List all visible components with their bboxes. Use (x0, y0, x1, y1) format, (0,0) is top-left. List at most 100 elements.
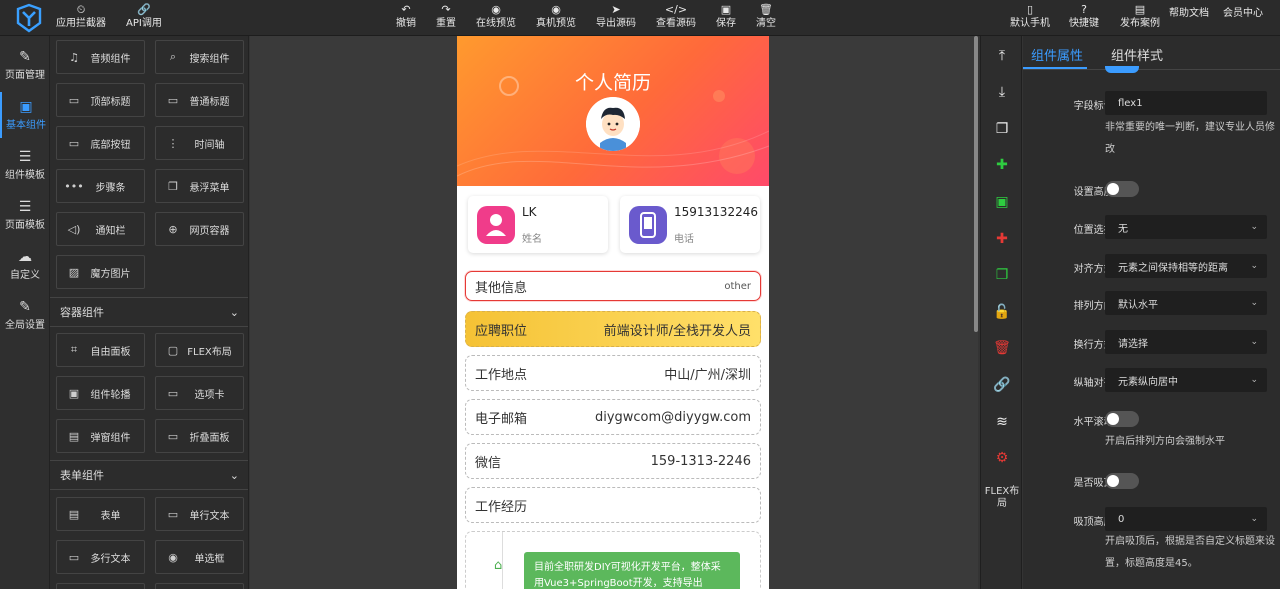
sticky-toggle[interactable] (1105, 473, 1139, 489)
settings-gear-icon[interactable]: ⚙ (981, 443, 1023, 473)
sticky-height-select[interactable]: 0 ⌄ (1105, 507, 1267, 531)
comp-steps[interactable]: ••• 步骤条 (56, 169, 145, 203)
comp-single-line-text[interactable]: ▭ 单行文本 (155, 497, 244, 531)
name-card[interactable]: LK 姓名 (468, 196, 608, 253)
form-icon: ▤ (68, 507, 80, 521)
comp-top-title[interactable]: ▭ 顶部标题 (56, 83, 145, 117)
comp-search[interactable]: ⌕ 搜索组件 (155, 40, 244, 74)
comp-normal-title[interactable]: ▭ 普通标题 (155, 83, 244, 117)
database-icon: ☰ (18, 149, 32, 165)
link-icon[interactable]: 🔗 (981, 370, 1023, 400)
rail-item-page-manage[interactable]: ✎ 页面管理 (0, 42, 50, 88)
shortcuts-button[interactable]: ? 快捷键 (1069, 2, 1099, 34)
info-row-email[interactable]: 电子邮箱 diygwcom@diyygw.com (465, 399, 761, 435)
field-id-hint: 非常重要的唯一判断，建议专业人员修改 (1105, 122, 1275, 155)
copy-green-icon[interactable]: ❐ (981, 260, 1023, 290)
comp-more-2[interactable] (155, 583, 244, 589)
clear-button[interactable]: 🗑 清空 (756, 2, 776, 34)
title-icon: ▭ (167, 93, 179, 107)
help-docs-link[interactable]: 帮助文档 (1169, 7, 1209, 39)
rail-item-basic-components[interactable]: ▣ 基本组件 (0, 92, 50, 138)
comp-audio[interactable]: ♫ 音频组件 (56, 40, 145, 74)
comp-radio[interactable]: ◉ 单选框 (155, 540, 244, 574)
search-icon: ⌕ (169, 50, 177, 63)
reset-button[interactable]: ↷ 重置 (436, 2, 456, 34)
rail-item-global-settings[interactable]: ✎ 全局设置 (0, 292, 50, 338)
puzzle-remove-icon[interactable]: ✚ (981, 224, 1023, 254)
wrap-select[interactable]: 请选择 ⌄ (1105, 330, 1267, 354)
comp-form[interactable]: ▤ 表单 (56, 497, 145, 531)
align-select[interactable]: 元素之间保持相等的距离 ⌄ (1105, 254, 1267, 278)
member-center-link[interactable]: 会员中心 (1223, 7, 1263, 39)
comp-bottom-button[interactable]: ▭ 底部按钮 (56, 126, 145, 160)
section-form-components[interactable]: 表单组件 ⌄ (50, 460, 248, 490)
move-down-icon[interactable]: ⤓ (981, 77, 1023, 107)
puzzle-add-icon[interactable]: ✚ (981, 150, 1023, 180)
export-source-button[interactable]: ➤ 导出源码 (596, 2, 636, 34)
design-canvas[interactable]: 个人简历 LK 姓名 15913132246 电话 其他信息 other 应聘职… (250, 36, 978, 589)
comp-more-1[interactable] (56, 583, 145, 589)
file-add-icon[interactable]: ▣ (981, 187, 1023, 217)
set-height-toggle[interactable] (1105, 181, 1139, 197)
timeline-block[interactable]: ⌂ 目前全职研发DIY可视化开发平台，整体采用Vue3+SpringBoot开发… (465, 531, 761, 589)
speaker-icon: ◁) (67, 222, 81, 236)
comp-multi-line-text[interactable]: ▭ 多行文本 (56, 540, 145, 574)
rail-item-component-templates[interactable]: ☰ 组件模板 (0, 142, 50, 188)
rail-item-page-templates[interactable]: ☰ 页面模板 (0, 192, 50, 238)
copy-icon[interactable]: ❐ (981, 114, 1023, 144)
comp-free-panel[interactable]: ⌗ 自由面板 (56, 333, 145, 367)
header-icon: ▭ (68, 93, 80, 107)
default-phone-button[interactable]: ▯ 默认手机 (1010, 2, 1050, 34)
field-id-input[interactable]: flex1 (1105, 91, 1267, 115)
device-preview-button[interactable]: ◉ 真机预览 (536, 2, 576, 34)
link-icon: 🔗 (137, 3, 151, 16)
app-logo-icon[interactable] (14, 3, 44, 33)
image-icon: ▤ (1134, 3, 1146, 16)
api-call-button[interactable]: 🔗 API调用 (126, 2, 162, 34)
move-up-icon[interactable]: ⤒ (981, 41, 1023, 71)
phone-icon: ▯ (1026, 3, 1034, 16)
layers-icon[interactable]: ≋ (981, 407, 1023, 437)
hero-banner[interactable]: 个人简历 (457, 36, 769, 186)
canvas-scrollbar[interactable] (974, 36, 978, 332)
eye-icon: ◉ (491, 3, 501, 16)
comp-timeline[interactable]: ⋮ 时间轴 (155, 126, 244, 160)
direction-select[interactable]: 默认水平 ⌄ (1105, 291, 1267, 315)
comp-carousel[interactable]: ▣ 组件轮播 (56, 376, 145, 410)
timeline-item-text: 目前全职研发DIY可视化开发平台，整体采用Vue3+SpringBoot开发，支… (524, 552, 740, 589)
save-button[interactable]: ▣ 保存 (716, 2, 736, 34)
info-row-experience[interactable]: 工作经历 (465, 487, 761, 523)
comp-web-container[interactable]: ⊕ 网页容器 (155, 212, 244, 246)
app-interceptor-button[interactable]: ⏲ 应用拦截器 (56, 2, 106, 34)
position-select[interactable]: 无 ⌄ (1105, 215, 1267, 239)
comp-flex-layout[interactable]: ▢ FLEX布局 (155, 333, 244, 367)
section-container-components[interactable]: 容器组件 ⌄ (50, 297, 248, 327)
comp-float-menu[interactable]: ❐ 悬浮菜单 (155, 169, 244, 203)
unlock-icon[interactable]: 🔓 (981, 297, 1023, 327)
delete-icon[interactable]: 🗑 (981, 333, 1023, 363)
phone-card[interactable]: 15913132246 电话 (620, 196, 760, 253)
online-preview-button[interactable]: ◉ 在线预览 (476, 2, 516, 34)
info-row-position[interactable]: 应聘职位 前端设计师/全栈开发人员 (465, 311, 761, 347)
tab-component-props[interactable]: 组件属性 (1031, 45, 1083, 64)
comp-collapse[interactable]: ▭ 折叠面板 (155, 419, 244, 453)
info-row-location[interactable]: 工作地点 中山/广州/深圳 (465, 355, 761, 391)
float-icon: ❐ (168, 179, 178, 193)
tab-component-style[interactable]: 组件样式 (1111, 45, 1163, 64)
comp-notice-bar[interactable]: ◁) 通知栏 (56, 212, 145, 246)
comp-magic-image[interactable]: ▨ 魔方图片 (56, 255, 145, 289)
info-row-other[interactable]: 其他信息 other (465, 271, 761, 301)
phone-preview[interactable]: 个人简历 LK 姓名 15913132246 电话 其他信息 other 应聘职… (457, 36, 769, 589)
hscroll-toggle[interactable] (1105, 411, 1139, 427)
comp-tabs[interactable]: ▭ 选项卡 (155, 376, 244, 410)
undo-button[interactable]: ↶ 撤销 (396, 2, 416, 34)
rail-item-custom[interactable]: ☁ 自定义 (0, 242, 50, 288)
publish-case-button[interactable]: ▤ 发布案例 (1120, 2, 1160, 34)
props-tabs: 组件属性 组件样式 (1023, 36, 1280, 70)
info-row-wechat[interactable]: 微信 159-1313-2246 (465, 443, 761, 479)
comp-dialog[interactable]: ▤ 弹窗组件 (56, 419, 145, 453)
view-source-button[interactable]: </> 查看源码 (656, 2, 696, 34)
flex-layout-button[interactable]: FLEX布局 (981, 486, 1023, 510)
toggle-partial-top[interactable] (1105, 66, 1139, 73)
cross-align-select[interactable]: 元素纵向居中 ⌄ (1105, 368, 1267, 392)
